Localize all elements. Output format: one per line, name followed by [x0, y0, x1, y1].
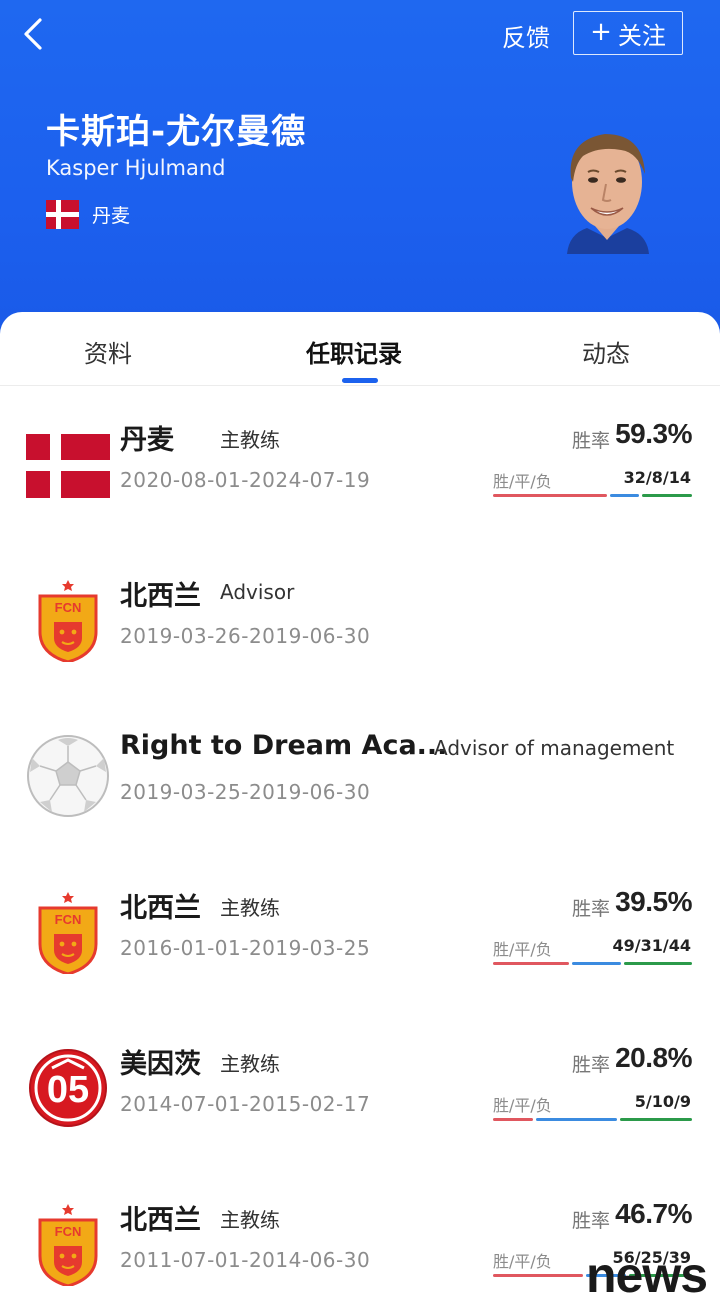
- career-record[interactable]: FCN 北西兰 Advisor 2019-03-26-2019-06-30: [0, 560, 720, 716]
- loss-bar: [641, 494, 692, 497]
- draw-bar: [572, 962, 621, 965]
- loss-bar: [623, 962, 692, 965]
- tab-bar: 资料 任职记录 动态: [0, 312, 720, 386]
- club-name: 丹麦: [120, 425, 174, 456]
- svg-text:FCN: FCN: [55, 1224, 82, 1239]
- draw-bar: [536, 1118, 617, 1121]
- winrate-value: 39.5%: [615, 886, 692, 917]
- club-name: 北西兰: [120, 893, 201, 924]
- svg-text:05: 05: [47, 1069, 89, 1111]
- nordsjaelland-crest-icon: FCN: [38, 580, 98, 662]
- news-watermark: news: [586, 1247, 708, 1303]
- profile-header: 反馈 + 关注 卡斯珀-尤尔曼德 Kasper Hjulmand 丹麦: [0, 0, 720, 340]
- football-icon: [27, 735, 109, 817]
- feedback-button[interactable]: 反馈: [502, 18, 550, 53]
- wdl-label: 胜/平/负: [493, 472, 552, 491]
- tab-career[interactable]: 任职记录: [306, 334, 402, 369]
- career-record[interactable]: FCN 北西兰 主教练 2016-01-01-2019-03-25 胜率 39.…: [0, 872, 720, 1028]
- winrate-value: 46.7%: [615, 1198, 692, 1229]
- follow-label: 关注: [617, 21, 666, 50]
- wdl-value: 32/8/14: [623, 468, 691, 487]
- career-record[interactable]: 05 美因茨 主教练 2014-07-01-2015-02-17 胜率 20.8…: [0, 1028, 720, 1184]
- svg-text:FCN: FCN: [55, 600, 82, 615]
- club-name: 北西兰: [120, 1205, 201, 1236]
- role-label: Advisor of management: [434, 736, 675, 760]
- win-bar: [493, 962, 570, 965]
- tenure-dates: 2020-08-01-2024-07-19: [120, 468, 371, 492]
- nationality-label: 丹麦: [92, 205, 131, 227]
- coach-name-english: Kasper Hjulmand: [46, 156, 226, 180]
- winrate-value: 59.3%: [615, 418, 692, 449]
- role-label: 主教练: [220, 1052, 280, 1076]
- coach-name-chinese: 卡斯珀-尤尔曼德: [46, 112, 307, 152]
- draw-bar: [610, 494, 639, 497]
- wdl-value: 49/31/44: [612, 936, 691, 955]
- win-bar: [493, 1118, 534, 1121]
- role-label: 主教练: [220, 896, 280, 920]
- wdl-label: 胜/平/负: [493, 940, 552, 959]
- loss-bar: [619, 1118, 692, 1121]
- win-bar: [493, 1274, 584, 1277]
- mainz-05-crest-icon: 05: [29, 1049, 107, 1127]
- active-tab-indicator: [342, 378, 378, 383]
- win-bar: [493, 494, 608, 497]
- role-label: Advisor: [220, 580, 295, 604]
- nordsjaelland-crest-icon: FCN: [38, 1204, 98, 1286]
- career-record[interactable]: 丹麦 主教练 2020-08-01-2024-07-19 胜率 59.3% 胜/…: [0, 404, 720, 560]
- winrate-label: 胜率: [571, 898, 610, 920]
- winrate-label: 胜率: [571, 1210, 610, 1232]
- winrate-value: 20.8%: [615, 1042, 692, 1073]
- role-label: 主教练: [220, 1208, 280, 1232]
- wdl-value: 5/10/9: [634, 1092, 691, 1111]
- career-record[interactable]: Right to Dream Aca... Advisor of managem…: [0, 716, 720, 872]
- club-name: Right to Dream Aca...: [120, 730, 448, 761]
- coach-avatar: [567, 134, 649, 254]
- back-arrow-icon[interactable]: [14, 12, 54, 56]
- club-name: 北西兰: [120, 581, 201, 612]
- tab-news[interactable]: 动态: [582, 334, 630, 369]
- wdl-label: 胜/平/负: [493, 1252, 552, 1271]
- denmark-flag-icon: [46, 200, 79, 229]
- winrate-label: 胜率: [571, 430, 610, 452]
- role-label: 主教练: [220, 428, 280, 452]
- tenure-dates: 2016-01-01-2019-03-25: [120, 936, 371, 960]
- nationality: 丹麦: [46, 200, 130, 229]
- follow-button[interactable]: + 关注: [573, 11, 683, 55]
- plus-icon: +: [590, 17, 612, 47]
- tenure-dates: 2019-03-26-2019-06-30: [120, 624, 371, 648]
- club-name: 美因茨: [120, 1049, 201, 1080]
- wdl-label: 胜/平/负: [493, 1096, 552, 1115]
- tab-profile[interactable]: 资料: [84, 334, 132, 369]
- svg-text:FCN: FCN: [55, 912, 82, 927]
- winrate-label: 胜率: [571, 1054, 610, 1076]
- denmark-flag-logo: [26, 434, 110, 498]
- tenure-dates: 2019-03-25-2019-06-30: [120, 780, 371, 804]
- tenure-dates: 2014-07-01-2015-02-17: [120, 1092, 371, 1116]
- nordsjaelland-crest-icon: FCN: [38, 892, 98, 974]
- tenure-dates: 2011-07-01-2014-06-30: [120, 1248, 371, 1272]
